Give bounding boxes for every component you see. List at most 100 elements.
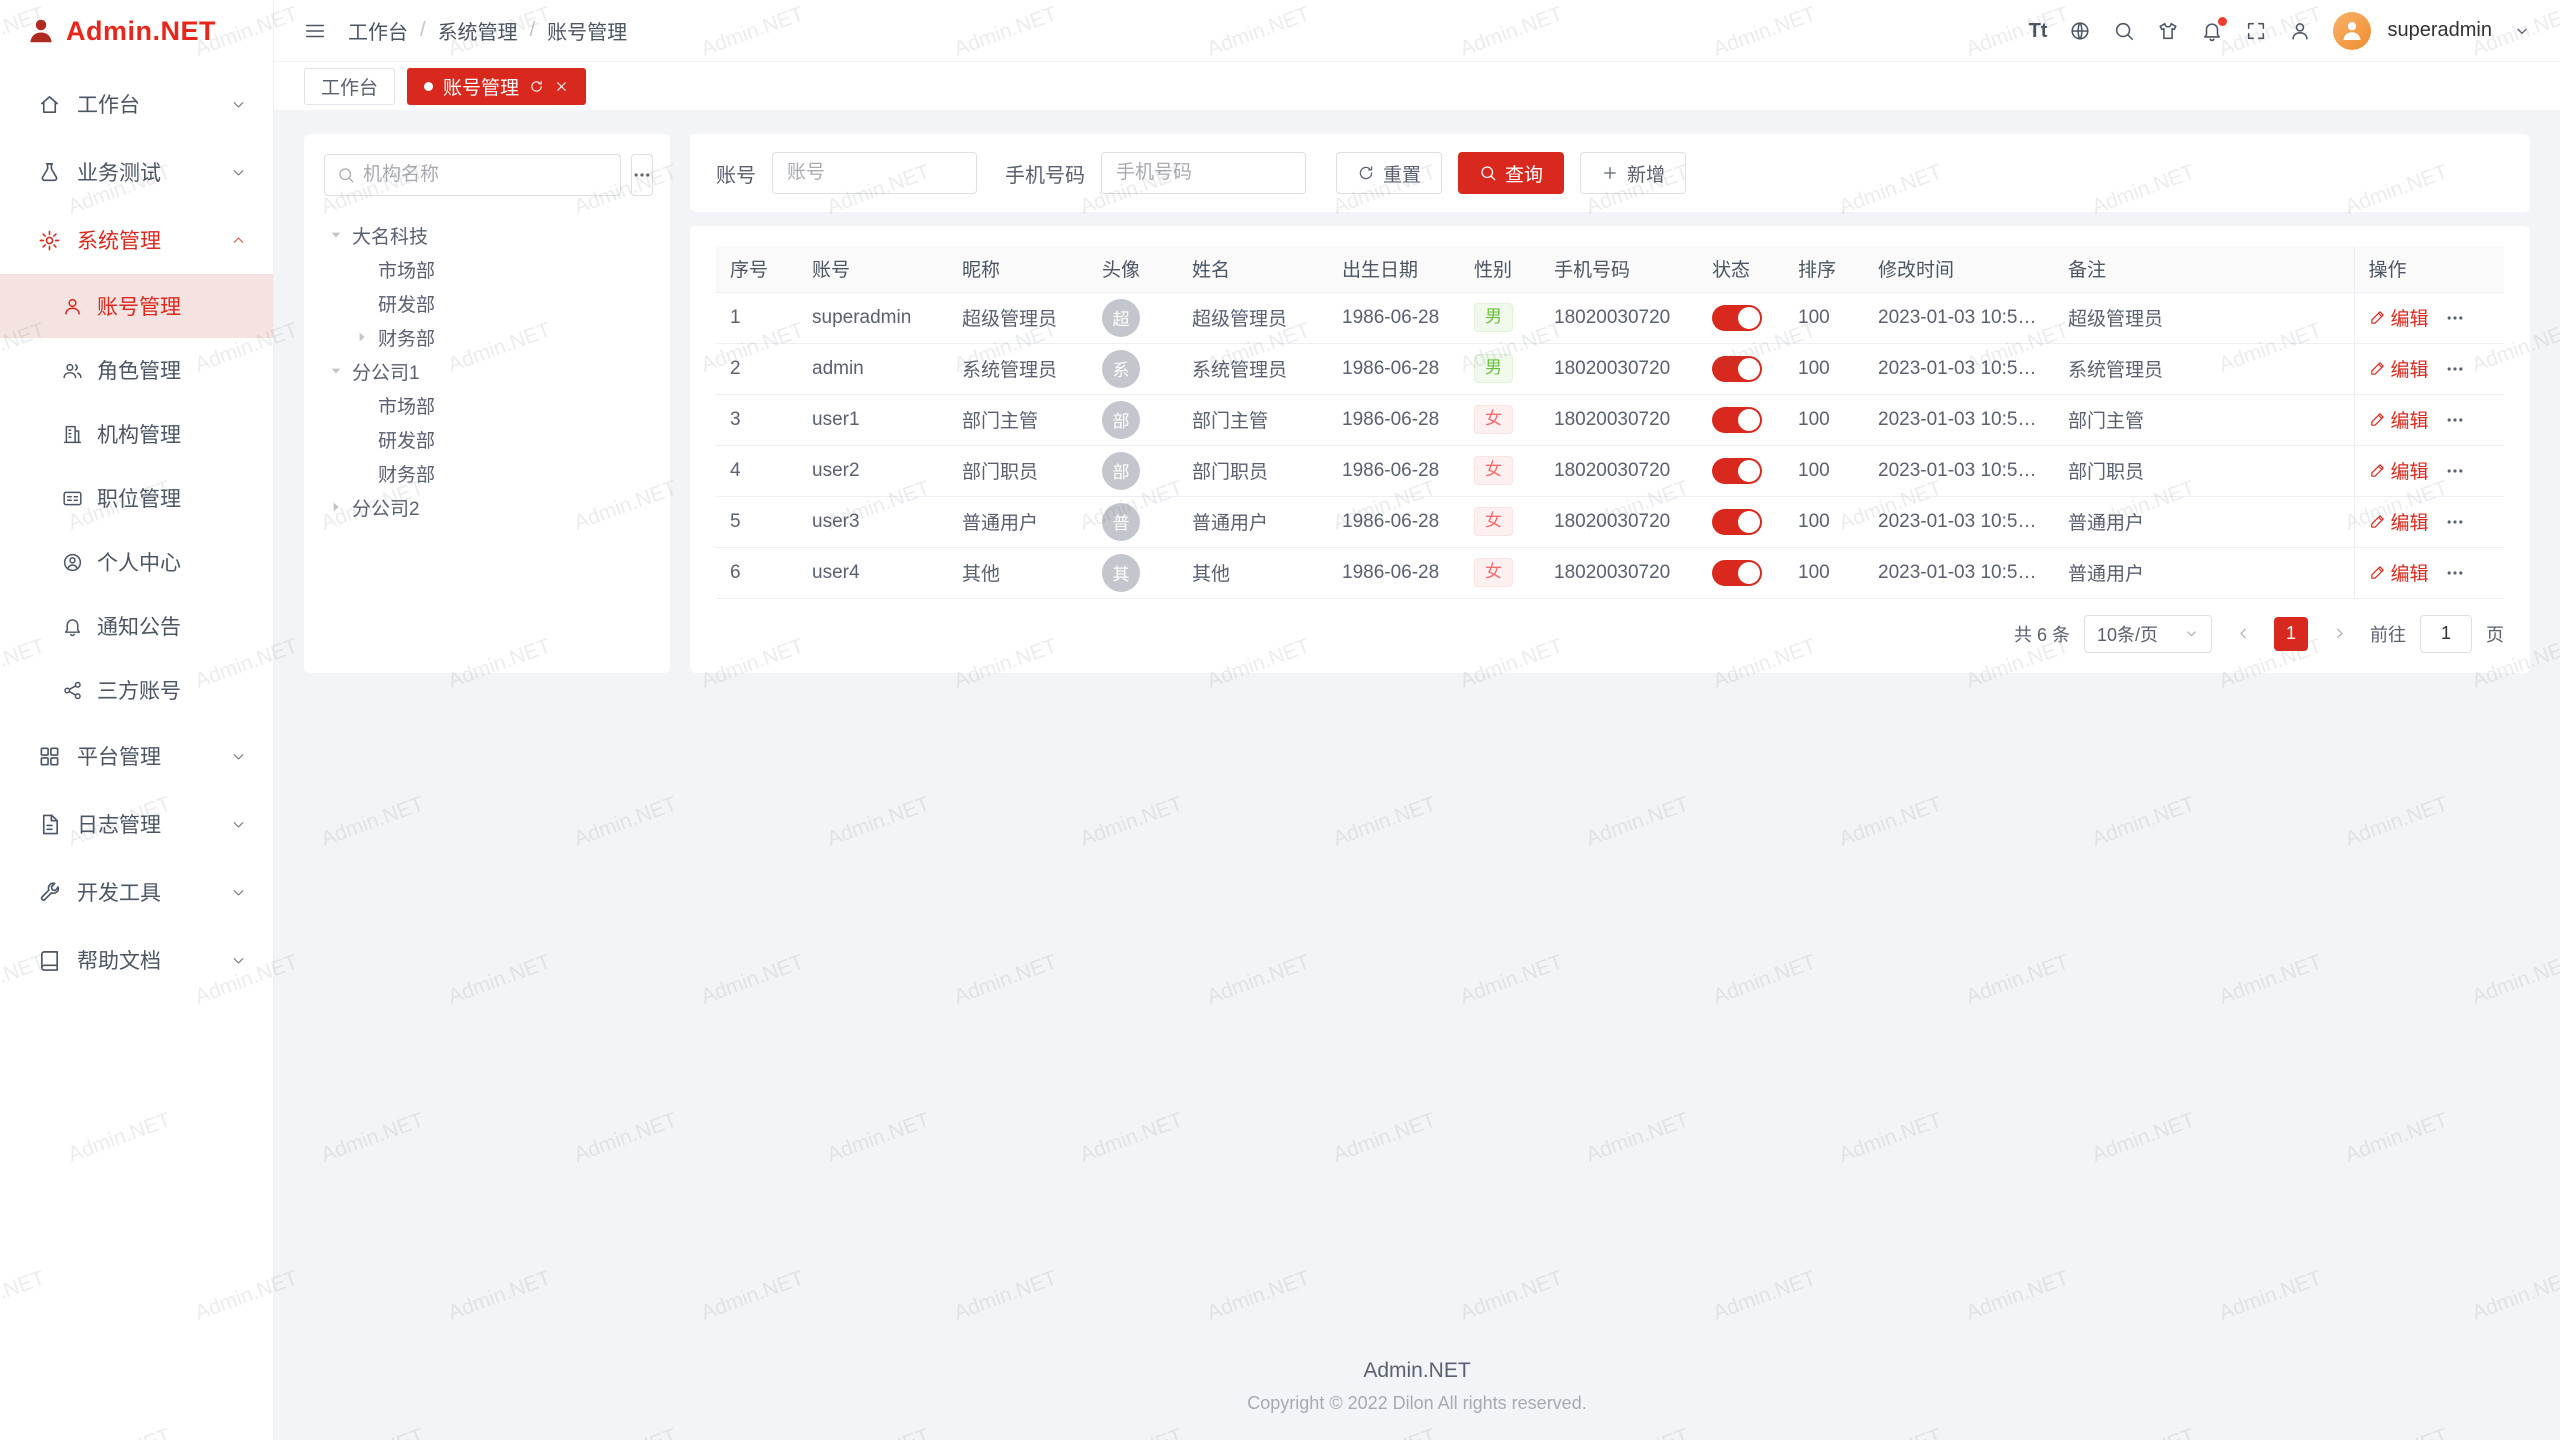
tab-close-icon[interactable] bbox=[554, 79, 569, 94]
account-input[interactable] bbox=[772, 152, 977, 194]
sidebar-subitem[interactable]: 职位管理 bbox=[0, 466, 273, 530]
tree-node[interactable]: 研发部 bbox=[324, 422, 650, 456]
column-header: 昵称 bbox=[948, 246, 1088, 292]
reset-button[interactable]: 重置 bbox=[1336, 152, 1442, 194]
cell-name: 普通用户 bbox=[1178, 496, 1328, 547]
row-more-button[interactable] bbox=[2445, 410, 2465, 430]
cell-name: 超级管理员 bbox=[1178, 292, 1328, 343]
status-toggle[interactable] bbox=[1712, 560, 1762, 586]
edit-button-label: 编辑 bbox=[2391, 304, 2429, 331]
tree-node-label: 研发部 bbox=[378, 290, 435, 317]
status-toggle[interactable] bbox=[1712, 356, 1762, 382]
cell-avatar: 超 bbox=[1088, 292, 1178, 343]
status-toggle[interactable] bbox=[1712, 458, 1762, 484]
chevron-down-icon bbox=[2184, 626, 2199, 641]
column-header: 序号 bbox=[716, 246, 798, 292]
sidebar-subitem[interactable]: 机构管理 bbox=[0, 402, 273, 466]
sidebar-item[interactable]: 开发工具 bbox=[0, 858, 273, 926]
username[interactable]: superadmin bbox=[2387, 19, 2492, 42]
search-button[interactable]: 查询 bbox=[1458, 152, 1564, 194]
sidebar-item[interactable]: 工作台 bbox=[0, 70, 273, 138]
gear-icon bbox=[38, 229, 61, 252]
sidebar-item[interactable]: 业务测试 bbox=[0, 138, 273, 206]
tab-item[interactable]: 工作台 bbox=[304, 68, 395, 105]
next-page-button[interactable] bbox=[2322, 617, 2356, 651]
page-number-active[interactable]: 1 bbox=[2274, 617, 2308, 651]
font-size-icon[interactable]: Tt bbox=[2029, 21, 2048, 41]
breadcrumb-separator: / bbox=[420, 19, 426, 42]
sidebar-subitem[interactable]: 角色管理 bbox=[0, 338, 273, 402]
tree-node[interactable]: 分公司1 bbox=[324, 354, 650, 388]
tree-node[interactable]: 财务部 bbox=[324, 320, 650, 354]
row-more-button[interactable] bbox=[2445, 308, 2465, 328]
cell-nickname: 普通用户 bbox=[948, 496, 1088, 547]
sidebar-item[interactable]: 平台管理 bbox=[0, 722, 273, 790]
goto-label: 前往 bbox=[2370, 621, 2406, 647]
building-icon bbox=[62, 424, 83, 445]
status-toggle[interactable] bbox=[1712, 305, 1762, 331]
sidebar-subitem[interactable]: 通知公告 bbox=[0, 594, 273, 658]
edit-button[interactable]: 编辑 bbox=[2369, 355, 2429, 382]
collapse-menu-icon[interactable] bbox=[304, 20, 326, 42]
cell-account: user1 bbox=[798, 394, 948, 445]
footer: Admin.NET Copyright © 2022 Dilon All rig… bbox=[304, 1339, 2530, 1440]
table-header-row: 序号账号昵称头像姓名出生日期性别手机号码状态排序修改时间备注操作 bbox=[716, 246, 2504, 292]
breadcrumb-item[interactable]: 账号管理 bbox=[547, 16, 627, 45]
avatar[interactable] bbox=[2333, 12, 2371, 50]
sidebar-subitem[interactable]: 个人中心 bbox=[0, 530, 273, 594]
breadcrumb-item[interactable]: 工作台 bbox=[348, 16, 408, 45]
cell-gender: 女 bbox=[1460, 547, 1540, 598]
sidebar-item[interactable]: 日志管理 bbox=[0, 790, 273, 858]
cell-sort: 100 bbox=[1784, 496, 1864, 547]
fullscreen-icon[interactable] bbox=[2245, 20, 2267, 42]
cell-birthdate: 1986-06-28 bbox=[1328, 445, 1460, 496]
row-more-button[interactable] bbox=[2445, 359, 2465, 379]
edit-button[interactable]: 编辑 bbox=[2369, 304, 2429, 331]
tree-node[interactable]: 市场部 bbox=[324, 252, 650, 286]
tree-node[interactable]: 分公司2 bbox=[324, 490, 650, 524]
tree-node[interactable]: 财务部 bbox=[324, 456, 650, 490]
sidebar-subitem[interactable]: 账号管理 bbox=[0, 274, 273, 338]
add-button[interactable]: 新增 bbox=[1580, 152, 1686, 194]
caret-right-icon bbox=[350, 329, 374, 345]
logo[interactable]: Admin.NET bbox=[0, 0, 273, 62]
org-more-button[interactable] bbox=[631, 154, 653, 196]
tree-node[interactable]: 大名科技 bbox=[324, 218, 650, 252]
row-more-button[interactable] bbox=[2445, 563, 2465, 583]
user-menu-chevron-icon[interactable] bbox=[2514, 23, 2530, 39]
org-name-input[interactable] bbox=[363, 164, 608, 186]
edit-button[interactable]: 编辑 bbox=[2369, 508, 2429, 535]
row-more-button[interactable] bbox=[2445, 461, 2465, 481]
breadcrumb-item[interactable]: 系统管理 bbox=[438, 16, 518, 45]
tree-node-label: 大名科技 bbox=[352, 222, 428, 249]
edit-button[interactable]: 编辑 bbox=[2369, 406, 2429, 433]
menu-search-icon[interactable] bbox=[2113, 20, 2135, 42]
sidebar-subitem[interactable]: 三方账号 bbox=[0, 658, 273, 722]
column-header: 姓名 bbox=[1178, 246, 1328, 292]
edit-button[interactable]: 编辑 bbox=[2369, 457, 2429, 484]
profile-icon[interactable] bbox=[2289, 20, 2311, 42]
caret-down-icon bbox=[324, 363, 348, 379]
edit-button-label: 编辑 bbox=[2391, 355, 2429, 382]
prev-page-button[interactable] bbox=[2226, 617, 2260, 651]
status-toggle[interactable] bbox=[1712, 509, 1762, 535]
edit-button-label: 编辑 bbox=[2391, 559, 2429, 586]
gender-badge: 女 bbox=[1474, 405, 1513, 433]
tree-node[interactable]: 研发部 bbox=[324, 286, 650, 320]
goto-page-input[interactable] bbox=[2420, 615, 2472, 653]
theme-icon[interactable] bbox=[2157, 20, 2179, 42]
sidebar-item[interactable]: 帮助文档 bbox=[0, 926, 273, 994]
chevron-down-icon bbox=[230, 96, 247, 113]
bell-icon bbox=[62, 616, 83, 637]
edit-button[interactable]: 编辑 bbox=[2369, 559, 2429, 586]
page-size-select[interactable]: 10条/页 bbox=[2084, 615, 2212, 653]
phone-input[interactable] bbox=[1101, 152, 1306, 194]
status-toggle[interactable] bbox=[1712, 407, 1762, 433]
notification-bell[interactable] bbox=[2201, 20, 2223, 42]
sidebar-item[interactable]: 系统管理 bbox=[0, 206, 273, 274]
tab-item-active[interactable]: 账号管理 bbox=[407, 68, 586, 105]
tab-refresh-icon[interactable] bbox=[529, 79, 544, 94]
row-more-button[interactable] bbox=[2445, 512, 2465, 532]
language-icon[interactable] bbox=[2069, 20, 2091, 42]
tree-node[interactable]: 市场部 bbox=[324, 388, 650, 422]
